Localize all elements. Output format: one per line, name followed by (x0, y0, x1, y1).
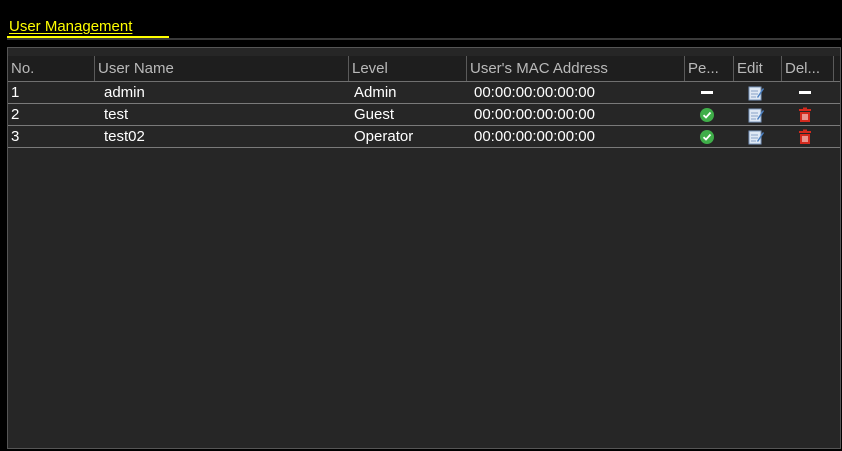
dash-icon (787, 82, 823, 103)
table-row[interactable]: 2 test Guest 00:00:00:00:00:00 (8, 104, 840, 126)
table-row[interactable]: 1 admin Admin 00:00:00:00:00:00 (8, 82, 840, 104)
col-level[interactable]: Level (349, 56, 467, 81)
cell-no: 2 (11, 106, 20, 123)
dash-icon (689, 82, 725, 103)
cell-level: Admin (354, 84, 397, 101)
cell-mac-address: 00:00:00:00:00:00 (474, 128, 595, 145)
edit-icon[interactable] (738, 82, 774, 103)
cell-no: 1 (11, 84, 20, 101)
cell-mac-address: 00:00:00:00:00:00 (474, 106, 595, 123)
cell-user-name: admin (104, 84, 145, 101)
cell-level: Operator (354, 128, 414, 145)
title-divider (7, 38, 841, 40)
col-no[interactable]: No. (8, 56, 95, 81)
cell-user-name: test (104, 106, 129, 123)
trash-icon[interactable] (787, 104, 823, 125)
trash-icon[interactable] (787, 126, 823, 147)
col-mac-address[interactable]: User's MAC Address (467, 56, 685, 81)
table-row[interactable]: 3 test02 Operator 00:00:00:00:00:00 (8, 126, 840, 148)
cell-no: 3 (11, 128, 20, 145)
col-delete[interactable]: Del... (782, 56, 834, 81)
table-header: No. User Name Level User's MAC Address P… (8, 56, 840, 82)
cell-user-name: test02 (104, 128, 145, 145)
page-title-tab[interactable]: User Management (7, 16, 169, 38)
col-permission[interactable]: Pe... (685, 56, 734, 81)
edit-icon[interactable] (738, 104, 774, 125)
user-table: No. User Name Level User's MAC Address P… (7, 47, 841, 449)
edit-icon[interactable] (738, 126, 774, 147)
cell-level: Guest (354, 106, 395, 123)
check-circle-icon[interactable] (689, 126, 725, 147)
check-circle-icon[interactable] (689, 104, 725, 125)
cell-mac-address: 00:00:00:00:00:00 (474, 84, 595, 101)
col-edit[interactable]: Edit (734, 56, 782, 81)
col-user-name[interactable]: User Name (95, 56, 349, 81)
